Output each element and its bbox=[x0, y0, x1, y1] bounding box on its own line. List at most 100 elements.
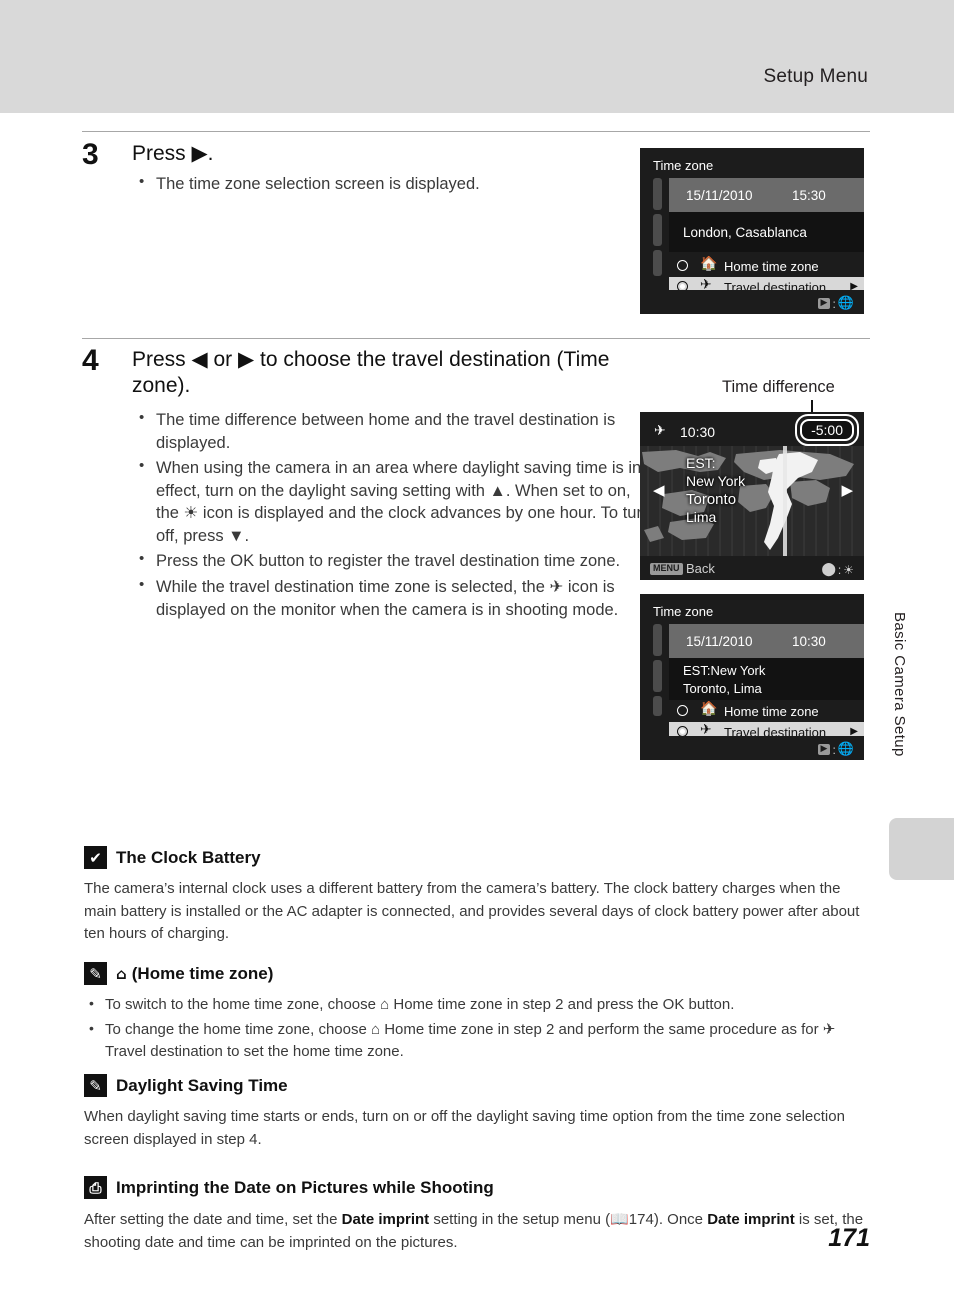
screen3-option-home-time-zone[interactable]: 🏠 Home time zone bbox=[669, 701, 864, 722]
play-button-icon: ▶ bbox=[817, 297, 831, 310]
note-date-imprint-body: After setting the date and time, set the… bbox=[84, 1208, 870, 1254]
globe-icon: 🌐 bbox=[837, 742, 854, 757]
pencil-note-icon: ✎ bbox=[84, 1074, 107, 1097]
screen3-scroll-seg-2 bbox=[653, 660, 662, 692]
list-item: To change the home time zone, choose ⌂ H… bbox=[84, 1018, 870, 1064]
world-map-graphic bbox=[640, 446, 864, 556]
step-3-heading-pre: Press bbox=[132, 142, 192, 165]
step-4-heading-pre: Press bbox=[132, 348, 192, 371]
list-item: To switch to the home time zone, choose … bbox=[84, 993, 870, 1017]
step-4-number: 4 bbox=[82, 344, 99, 377]
screen3-time: 10:30 bbox=[792, 634, 826, 649]
screen3-hint-sep: : bbox=[832, 742, 836, 757]
screen3-zone-line-2: Toronto, Lima bbox=[683, 681, 762, 697]
screen1-hint: ▶ : 🌐 bbox=[817, 296, 854, 311]
list-item: The time difference between home and the… bbox=[132, 408, 657, 454]
body-mid: setting in the setup menu ( bbox=[429, 1211, 611, 1228]
step-3-heading: Press ▶. bbox=[132, 140, 480, 167]
note-home-time-zone-title: (Home time zone) bbox=[131, 963, 274, 983]
screen3-date: 15/11/2010 bbox=[686, 634, 753, 649]
camera-screen-time-zone-est: Time zone 15/11/2010 10:30 EST:New York … bbox=[640, 594, 864, 760]
screen1-date: 15/11/2010 bbox=[686, 188, 753, 203]
sidebar-chapter-label: Basic Camera Setup bbox=[891, 612, 908, 757]
page-number: 171 bbox=[828, 1224, 870, 1252]
list-item: Press the OK button to register the trav… bbox=[132, 549, 657, 573]
screen3-bottom-bar: ▶ : 🌐 bbox=[640, 736, 864, 760]
time-difference-callout-label: Time difference bbox=[722, 378, 835, 396]
globe-icon: 🌐 bbox=[837, 296, 854, 311]
body-ref: 174 bbox=[628, 1211, 654, 1228]
right-arrow-icon[interactable]: ▶ bbox=[841, 483, 853, 498]
caution-checkmark-icon: ✔ bbox=[84, 846, 107, 869]
note-daylight-saving-header: ✎ Daylight Saving Time bbox=[84, 1074, 870, 1097]
screen1-option-home-time-zone[interactable]: 🏠 Home time zone bbox=[669, 256, 864, 277]
screen2-back-label[interactable]: Back bbox=[686, 562, 715, 575]
plane-icon: ✈ bbox=[654, 423, 666, 439]
list-item: When using the camera in an area where d… bbox=[132, 456, 657, 547]
left-arrow-icon[interactable]: ◀ bbox=[653, 483, 665, 498]
note-date-imprint-title: Imprinting the Date on Pictures while Sh… bbox=[116, 1177, 494, 1197]
step-4-bullets: The time difference between home and the… bbox=[132, 408, 657, 621]
screen3-hint: ▶ : 🌐 bbox=[817, 742, 854, 757]
time-difference-highlight-ring: -5:00 bbox=[795, 414, 859, 446]
screen2-city-line-3: Toronto bbox=[686, 491, 737, 508]
home-icon: ⌂ bbox=[116, 964, 127, 983]
screen3-option-label: Home time zone bbox=[724, 704, 819, 719]
radio-unselected-icon[interactable] bbox=[677, 260, 688, 271]
divider-step-4 bbox=[82, 338, 870, 339]
screen2-city-line-2: New York bbox=[686, 473, 746, 489]
left-arrow-icon: ◀ bbox=[191, 347, 208, 371]
camera-screen-world-map: ✈ 10:30 -5:00 EST: New York Toronto Lima… bbox=[640, 412, 864, 580]
screen1-bottom-bar: ▶ : 🌐 bbox=[640, 290, 864, 314]
pencil-note-icon: ✎ bbox=[84, 962, 107, 985]
menu-badge[interactable]: MENU bbox=[650, 563, 683, 575]
screen3-title: Time zone bbox=[653, 604, 714, 619]
note-home-time-zone: ✎ ⌂ (Home time zone) To switch to the ho… bbox=[84, 962, 870, 1066]
screen3-zone-line-1: EST:New York bbox=[683, 663, 766, 678]
step-4-heading: Press ◀ or ▶ to choose the travel destin… bbox=[132, 346, 657, 400]
note-clock-battery-title: The Clock Battery bbox=[116, 847, 261, 867]
note-daylight-saving-body: When daylight saving time starts or ends… bbox=[84, 1108, 845, 1148]
page-header-band bbox=[0, 0, 954, 113]
screen1-time: 15:30 bbox=[792, 188, 826, 203]
body-bold-2: Date imprint bbox=[707, 1211, 795, 1228]
step-4-heading-mid: or bbox=[207, 348, 239, 371]
note-daylight-saving-time: ✎ Daylight Saving Time When daylight sav… bbox=[84, 1074, 870, 1151]
body-pre: After setting the date and time, set the bbox=[84, 1211, 342, 1228]
updown-pad-icon: ⬤ bbox=[821, 562, 836, 577]
page-title: Setup Menu bbox=[763, 66, 868, 87]
note-home-time-zone-header: ✎ ⌂ (Home time zone) bbox=[84, 962, 870, 985]
play-button-icon: ▶ bbox=[817, 743, 831, 756]
note-clock-battery-header: ✔ The Clock Battery bbox=[84, 846, 870, 869]
screen3-scroll-seg-3 bbox=[653, 696, 662, 716]
sidebar-chapter-tab bbox=[889, 818, 954, 880]
list-item: The time zone selection screen is displa… bbox=[132, 172, 480, 196]
screen2-time-difference: -5:00 bbox=[800, 419, 854, 441]
screen2-city-line-4: Lima bbox=[686, 509, 717, 525]
daylight-saving-icon: ☀ bbox=[843, 562, 854, 577]
screen3-zone-names: EST:New York Toronto, Lima bbox=[683, 662, 765, 699]
note-clock-battery-body: The camera’s internal clock uses a diffe… bbox=[84, 880, 860, 942]
home-icon: 🏠 bbox=[700, 256, 718, 272]
body-mid-2: ). Once bbox=[653, 1211, 708, 1228]
note-date-imprint: ⎙ Imprinting the Date on Pictures while … bbox=[84, 1176, 870, 1254]
note-clock-battery: ✔ The Clock Battery The camera’s interna… bbox=[84, 846, 870, 946]
screen1-hint-sep: : bbox=[832, 296, 836, 311]
screen1-zone-name: London, Casablanca bbox=[683, 225, 807, 240]
screen2-bottom-bar: MENU Back ⬤ : ☀ bbox=[640, 556, 864, 580]
right-arrow-icon: ▶ bbox=[238, 347, 255, 371]
screen2-hint-sep: : bbox=[837, 562, 842, 577]
body-bold-1: Date imprint bbox=[341, 1211, 430, 1228]
screen1-title: Time zone bbox=[653, 158, 714, 173]
radio-unselected-icon[interactable] bbox=[677, 705, 688, 716]
date-imprint-icon: ⎙ bbox=[84, 1176, 107, 1199]
screen1-scroll-seg-2 bbox=[653, 214, 662, 246]
camera-screen-time-zone-london: Time zone 15/11/2010 15:30 London, Casab… bbox=[640, 148, 864, 314]
home-icon: 🏠 bbox=[700, 701, 718, 717]
step-3-bullets: The time zone selection screen is displa… bbox=[132, 172, 480, 196]
screen2-city-line-1: EST: bbox=[686, 455, 716, 471]
right-arrow-icon: ▶ bbox=[191, 141, 208, 165]
book-reference-icon: 📖 bbox=[610, 1210, 629, 1228]
divider-step-3 bbox=[82, 131, 870, 132]
note-daylight-saving-title: Daylight Saving Time bbox=[116, 1075, 288, 1095]
